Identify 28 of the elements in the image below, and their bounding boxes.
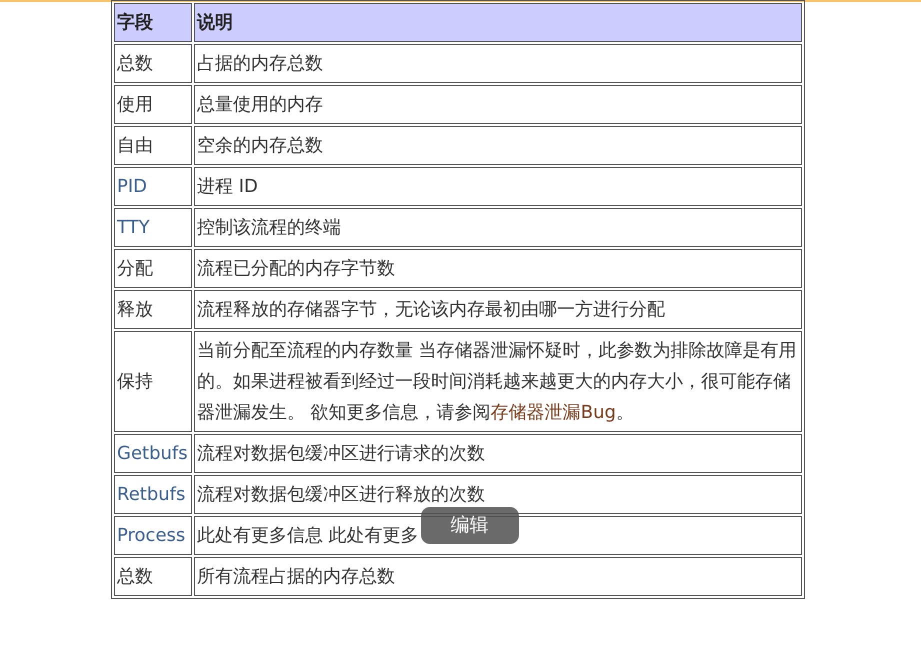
field-cell: Process: [114, 516, 192, 555]
description-cell: 空余的内存总数: [194, 126, 802, 165]
column-header: 字段: [114, 3, 192, 42]
description-cell: 流程释放的存储器字节，无论该内存最初由哪一方进行分配: [194, 290, 802, 329]
field-cell: 自由: [114, 126, 192, 165]
description-cell: 流程已分配的内存字节数: [194, 249, 802, 288]
field-cell: 保持: [114, 331, 192, 432]
edit-tooltip[interactable]: 编辑: [420, 507, 519, 544]
field-cell: 使用: [114, 85, 192, 124]
description-text: 当前分配至流程的内存数量 当存储器泄漏怀疑时，此参数为排除故障是有用的。如果进程被看到经过一段时间消耗越来越更大的内存大小，很可能存储器泄漏发生。 欲知更多信息，请参阅存储器泄漏Bug。: [197, 340, 797, 423]
description-cell: 所有流程占据的内存总数: [194, 557, 802, 596]
field-cell: PID: [114, 167, 192, 206]
description-cell: 流程对数据包缓冲区进行释放的次数: [194, 475, 802, 514]
memory-leak-link[interactable]: 存储器泄漏Bug: [490, 402, 616, 423]
description-cell: 总量使用的内存: [194, 85, 802, 124]
field-cell: 分配: [114, 249, 192, 288]
description-text: 此处有更多信息 此处有更多: [197, 525, 419, 546]
field-cell: Retbufs: [114, 475, 192, 514]
field-cell: 释放: [114, 290, 192, 329]
field-cell: TTY: [114, 208, 192, 247]
description-cell: 占据的内存总数: [194, 44, 802, 83]
description-cell: 流程对数据包缓冲区进行请求的次数: [194, 434, 802, 473]
column-header: 说明: [194, 3, 802, 42]
description-cell: 进程 ID: [194, 167, 802, 206]
field-cell: Getbufs: [114, 434, 192, 473]
field-cell: 总数: [114, 557, 192, 596]
field-cell: 总数: [114, 44, 192, 83]
description-cell: 控制该流程的终端: [194, 208, 802, 247]
